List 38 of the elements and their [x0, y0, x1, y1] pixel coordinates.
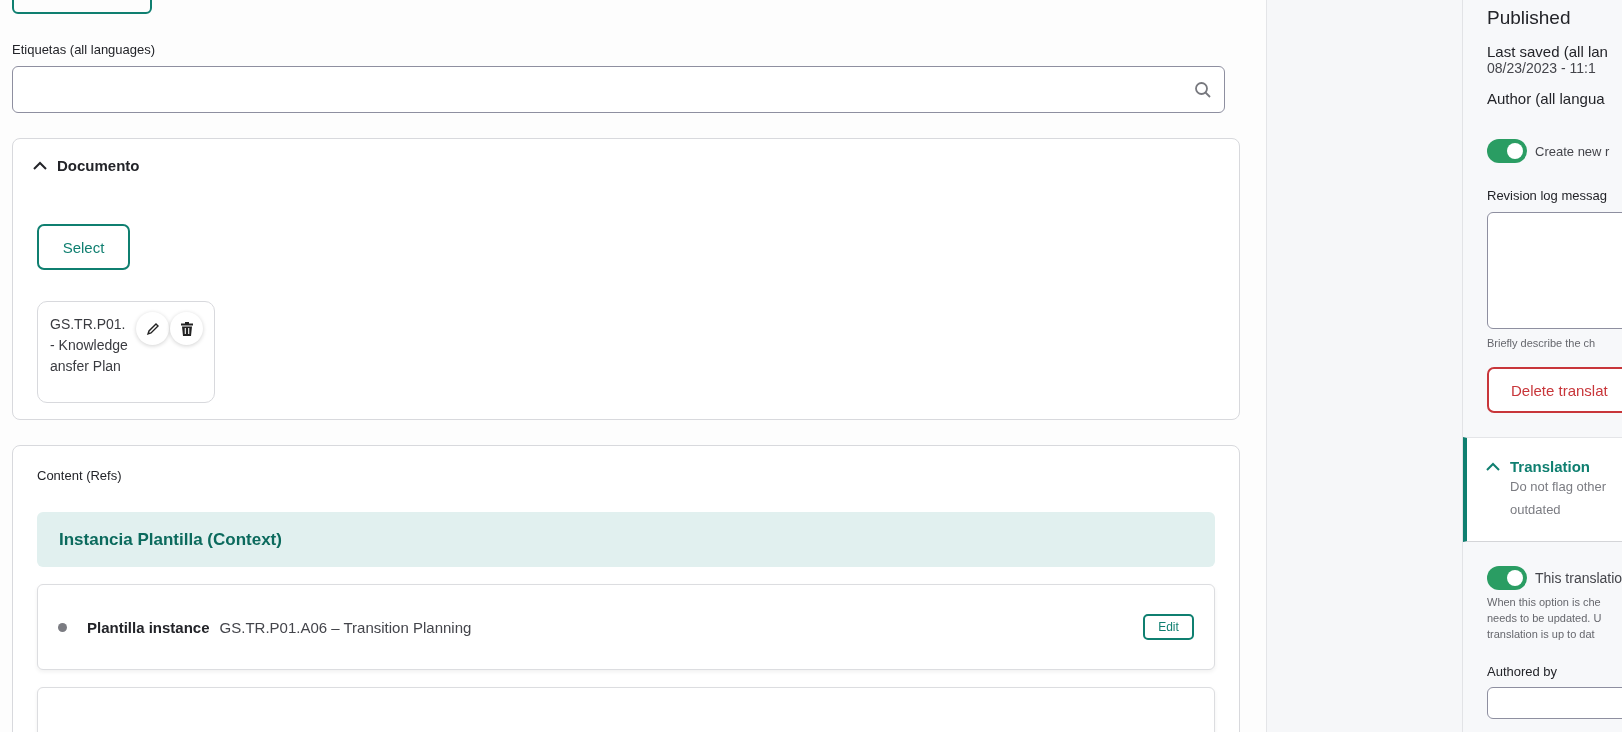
search-icon [1194, 80, 1212, 99]
edit-button[interactable] [136, 312, 169, 345]
translation-description: Do not flag other [1509, 478, 1608, 496]
meta-value: 08/23/2023 - 11:1 [1487, 60, 1597, 76]
revision-log-field[interactable] [1487, 212, 1622, 329]
document-toggle[interactable]: Documento [33, 139, 1215, 191]
trash-icon [180, 321, 193, 336]
edit-button[interactable]: Edit [1143, 614, 1194, 640]
select-button[interactable]: Select [37, 224, 130, 270]
tags-search-field[interactable] [12, 66, 1225, 113]
row-type: Plantilla instance [87, 618, 210, 636]
outdated-toggle[interactable] [1487, 566, 1527, 590]
authored-by-field[interactable] [1487, 687, 1622, 719]
translation-description: outdated [1509, 501, 1562, 519]
row-title: GS.TR.P01.A06 – Transition Planning [219, 618, 473, 636]
toggle-description: When this option is che needs to be updated. U translation is up to dat [1487, 595, 1603, 642]
field-label: Etiquetas (all languages) [12, 42, 156, 57]
group-header: Instancia Plantilla (Context) [37, 512, 1215, 567]
field-label: Authored by [1487, 664, 1559, 679]
toggle-label: This translatio [1535, 570, 1622, 586]
delete-button[interactable] [170, 312, 203, 345]
field-hint: Briefly describe the ch [1487, 337, 1597, 349]
revision-toggle[interactable] [1487, 139, 1527, 163]
document-title: ansfer Plan [50, 357, 121, 376]
meta-label: Author (all langua [1487, 90, 1606, 107]
document-title: GS.TR.P01. [50, 315, 126, 334]
delete-translation-button[interactable]: Delete translat [1487, 367, 1622, 413]
status-text: Published [1487, 7, 1572, 29]
translation-toggle[interactable]: Translation [1486, 458, 1622, 475]
chevron-icon [1486, 462, 1500, 471]
field-label: Revision log messag [1487, 188, 1608, 203]
document-title: - Knowledge [50, 336, 128, 355]
chevron-icon [33, 160, 47, 170]
content-label: Content (Refs) [37, 468, 123, 483]
pencil-icon [145, 321, 160, 336]
bullet-icon [58, 622, 67, 632]
meta-label: Last saved (all lan [1487, 43, 1609, 60]
toggle-label: Create new r [1535, 143, 1610, 159]
